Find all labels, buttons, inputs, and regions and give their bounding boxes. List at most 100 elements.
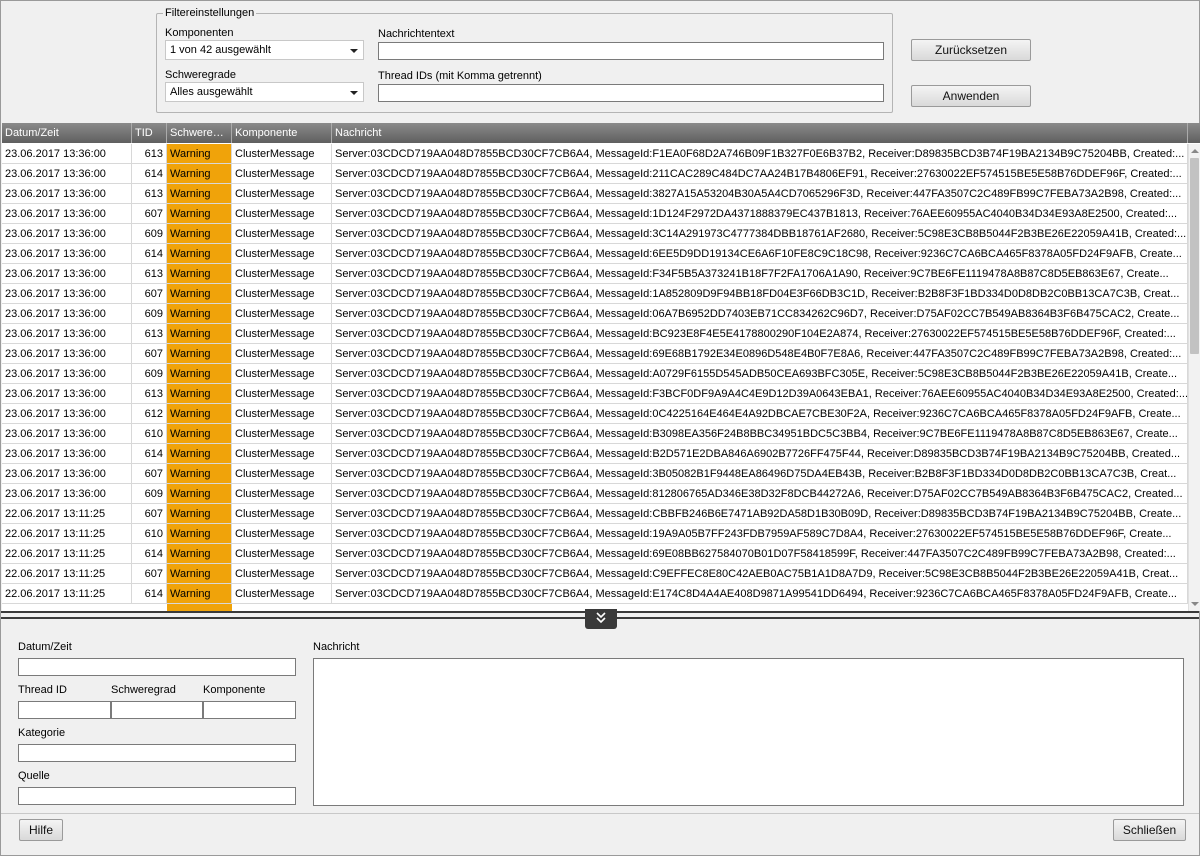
cell-tid: 614	[132, 164, 167, 183]
cell-message: Server:03CDCD719AA048D7855BCD30CF7CB6A4,…	[332, 224, 1188, 243]
detail-message-field[interactable]	[313, 658, 1184, 806]
filter-settings-legend: Filtereinstellungen	[163, 7, 257, 19]
cell-severity: Warning	[167, 184, 232, 203]
column-header-message[interactable]: Nachricht	[332, 123, 1188, 143]
table-row[interactable]: 23.06.2017 13:36:00 609 Warning ClusterMess…	[2, 224, 1188, 244]
close-button[interactable]: Schließen	[1113, 819, 1186, 841]
detail-source-label: Quelle	[18, 770, 50, 782]
table-row[interactable]: 23.06.2017 13:36:00 614 Warning ClusterMess…	[2, 444, 1188, 464]
table-row[interactable]: 22.06.2017 13:11:25 607 Warning ClusterMess…	[2, 504, 1188, 524]
cell-component: ClusterMessage	[232, 144, 332, 163]
cell-component: ClusterMessage	[232, 564, 332, 583]
table-header: Datum/Zeit TID Schwere… Komponente Nachr…	[2, 123, 1200, 143]
table-row[interactable]: 22.06.2017 13:11:25 607 Warning ClusterMess…	[2, 564, 1188, 584]
cell-tid: 609	[132, 484, 167, 503]
column-header-datetime[interactable]: Datum/Zeit	[2, 123, 132, 143]
table-row[interactable]: 23.06.2017 13:36:00 609 Warning ClusterMess…	[2, 304, 1188, 324]
cell-datetime: 23.06.2017 13:36:00	[2, 224, 132, 243]
table-row[interactable]: 23.06.2017 13:36:00 607 Warning ClusterMess…	[2, 284, 1188, 304]
cell-message: Server:03CDCD719AA048D7855BCD30CF7CB6A4,…	[332, 444, 1188, 463]
help-button[interactable]: Hilfe	[19, 819, 63, 841]
collapse-panel-button[interactable]	[585, 609, 617, 629]
cell-message: Server:03CDCD719AA048D7855BCD30CF7CB6A4,…	[332, 264, 1188, 283]
table-row[interactable]: 23.06.2017 13:36:00 613 Warning ClusterMess…	[2, 184, 1188, 204]
table-row[interactable]: 23.06.2017 13:36:00 613 Warning ClusterMess…	[2, 384, 1188, 404]
table-row[interactable]: 22.06.2017 13:11:25 610 Warning ClusterMess…	[2, 524, 1188, 544]
cell-datetime: 23.06.2017 13:36:00	[2, 464, 132, 483]
cell-component: ClusterMessage	[232, 264, 332, 283]
table-row[interactable]: 23.06.2017 13:36:00 610 Warning ClusterMess…	[2, 424, 1188, 444]
table-scrollbar[interactable]	[1188, 144, 1200, 611]
table-row[interactable]: 23.06.2017 13:36:00 609 Warning ClusterMess…	[2, 484, 1188, 504]
scroll-up-icon[interactable]	[1191, 149, 1199, 153]
cell-component: ClusterMessage	[232, 504, 332, 523]
table-row[interactable]: 23.06.2017 13:36:00 614 Warning ClusterMess…	[2, 244, 1188, 264]
cell-message: Server:03CDCD719AA048D7855BCD30CF7CB6A4,…	[332, 424, 1188, 443]
reset-button[interactable]: Zurücksetzen	[911, 39, 1031, 61]
severity-dropdown[interactable]: Alles ausgewählt	[165, 82, 364, 102]
cell-tid: 613	[132, 324, 167, 343]
table-row[interactable]: 22.06.2017 13:11:25 614 Warning ClusterMess…	[2, 584, 1188, 604]
cell-severity: Warning	[167, 424, 232, 443]
cell-datetime: 23.06.2017 13:36:00	[2, 364, 132, 383]
table-row[interactable]: 23.06.2017 13:36:00 609 Warning ClusterMess…	[2, 364, 1188, 384]
table-row[interactable]: 23.06.2017 13:36:00 613 Warning ClusterMess…	[2, 144, 1188, 164]
cell-tid: 607	[132, 464, 167, 483]
apply-button[interactable]: Anwenden	[911, 85, 1031, 107]
thread-ids-input[interactable]	[378, 84, 884, 102]
cell-tid: 614	[132, 584, 167, 603]
cell-message: Server:03CDCD719AA048D7855BCD30CF7CB6A4,…	[332, 464, 1188, 483]
cell-severity: Warning	[167, 404, 232, 423]
cell-message: Server:03CDCD719AA048D7855BCD30CF7CB6A4,…	[332, 524, 1188, 543]
cell-component: ClusterMessage	[232, 164, 332, 183]
table-row[interactable]: 23.06.2017 13:36:00 607 Warning ClusterMess…	[2, 204, 1188, 224]
cell-tid: 610	[132, 524, 167, 543]
components-label: Komponenten	[165, 27, 234, 39]
column-header-component[interactable]: Komponente	[232, 123, 332, 143]
cell-datetime: 23.06.2017 13:36:00	[2, 404, 132, 423]
column-header-severity[interactable]: Schwere…	[167, 123, 232, 143]
cell-component: ClusterMessage	[232, 544, 332, 563]
cell-severity: Warning	[167, 544, 232, 563]
scroll-down-icon[interactable]	[1191, 602, 1199, 606]
cell-severity: Warning	[167, 284, 232, 303]
cell-severity: Warning	[167, 444, 232, 463]
cell-datetime: 23.06.2017 13:36:00	[2, 184, 132, 203]
table-row[interactable]: 23.06.2017 13:36:00 607 Warning ClusterMess…	[2, 464, 1188, 484]
cell-message: Server:03CDCD719AA048D7855BCD30CF7CB6A4,…	[332, 184, 1188, 203]
cell-tid: 610	[132, 424, 167, 443]
scroll-thumb[interactable]	[1190, 158, 1199, 354]
table-row[interactable]: 23.06.2017 13:36:00 613 Warning ClusterMess…	[2, 264, 1188, 284]
cell-datetime: 22.06.2017 13:11:25	[2, 584, 132, 603]
cell-severity: Warning	[167, 504, 232, 523]
detail-category-label: Kategorie	[18, 727, 66, 739]
detail-severity-label: Schweregrad	[111, 684, 176, 696]
table-row[interactable]: 23.06.2017 13:36:00 612 Warning ClusterMess…	[2, 404, 1188, 424]
column-header-tid[interactable]: TID	[132, 123, 167, 143]
cell-message: Server:03CDCD719AA048D7855BCD30CF7CB6A4,…	[332, 304, 1188, 323]
cell-datetime: 23.06.2017 13:36:00	[2, 144, 132, 163]
detail-source-field[interactable]	[18, 787, 296, 805]
cell-message: Server:03CDCD719AA048D7855BCD30CF7CB6A4,…	[332, 364, 1188, 383]
detail-category-field[interactable]	[18, 744, 296, 762]
detail-severity-field[interactable]	[111, 701, 203, 719]
cell-datetime: 22.06.2017 13:11:25	[2, 544, 132, 563]
cell-message: Server:03CDCD719AA048D7855BCD30CF7CB6A4,…	[332, 584, 1188, 603]
filter-area: Filtereinstellungen Komponenten 1 von 42…	[1, 1, 1199, 121]
cell-component: ClusterMessage	[232, 344, 332, 363]
components-dropdown[interactable]: 1 von 42 ausgewählt	[165, 40, 364, 60]
table-row[interactable]: 23.06.2017 13:36:00 613 Warning ClusterMess…	[2, 324, 1188, 344]
detail-thread-id-field[interactable]	[18, 701, 111, 719]
cell-message: Server:03CDCD719AA048D7855BCD30CF7CB6A4,…	[332, 204, 1188, 223]
cell-component: ClusterMessage	[232, 484, 332, 503]
cell-message: Server:03CDCD719AA048D7855BCD30CF7CB6A4,…	[332, 404, 1188, 423]
cell-datetime: 23.06.2017 13:36:00	[2, 444, 132, 463]
table-row[interactable]: 22.06.2017 13:11:25 614 Warning ClusterMess…	[2, 544, 1188, 564]
table-row[interactable]: 23.06.2017 13:36:00 607 Warning ClusterMess…	[2, 344, 1188, 364]
cell-tid: 614	[132, 244, 167, 263]
detail-component-field[interactable]	[203, 701, 296, 719]
message-text-input[interactable]	[378, 42, 884, 60]
cell-component: ClusterMessage	[232, 184, 332, 203]
table-row[interactable]: 23.06.2017 13:36:00 614 Warning ClusterMess…	[2, 164, 1188, 184]
detail-datetime-field[interactable]	[18, 658, 296, 676]
